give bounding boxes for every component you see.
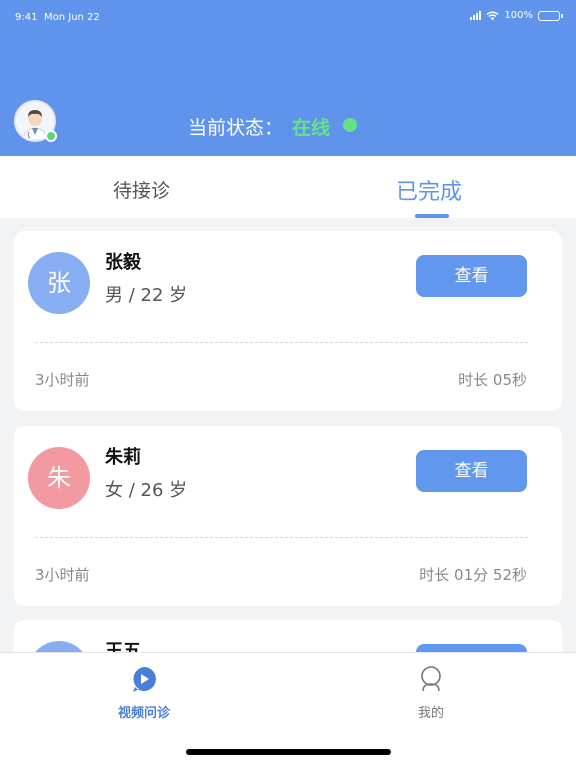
tab-completed[interactable]: 已完成 <box>396 174 462 206</box>
time-ago: 3小时前 <box>35 566 90 584</box>
tab-label: 我的 <box>417 706 444 721</box>
tab-pending[interactable]: 待接诊 <box>113 176 170 203</box>
divider <box>35 537 528 538</box>
status-bar: 9:41 Mon Jun 22 100% <box>0 0 576 36</box>
status-label: 当前状态： <box>188 117 284 139</box>
battery-icon <box>538 10 563 21</box>
wifi-icon <box>486 11 499 20</box>
view-button[interactable]: 查看 <box>416 255 527 297</box>
battery-percent: 100% <box>504 10 533 21</box>
video-play-icon <box>133 667 156 692</box>
user-icon <box>421 666 441 692</box>
patient-gender-age: 女 / 26 岁 <box>105 480 188 501</box>
patient-initial-avatar: 朱 <box>28 447 90 509</box>
tab-bar-top: 待接诊 已完成 <box>0 156 576 218</box>
active-tab-underline <box>415 214 449 218</box>
online-indicator <box>45 130 57 142</box>
consultation-card: 朱 朱莉 女 / 26 岁 查看 3小时前 时长 01分 52秒 <box>14 426 562 606</box>
call-duration: 时长 05秒 <box>458 371 527 389</box>
tab-label: 视频问诊 <box>117 706 170 721</box>
time-ago: 3小时前 <box>35 371 90 389</box>
status-time: 9:41 <box>15 12 38 23</box>
status-date: Mon Jun 22 <box>44 12 100 23</box>
status-dot <box>343 118 357 132</box>
signal-icon <box>470 11 482 20</box>
view-button[interactable]: 查看 <box>416 450 527 492</box>
patient-name: 张毅 <box>105 252 141 273</box>
status-indicators: 100% <box>470 10 563 21</box>
patient-name: 朱莉 <box>105 447 141 468</box>
status-value: 在线 <box>292 117 331 139</box>
home-indicator <box>186 749 391 755</box>
patient-gender-age: 男 / 22 岁 <box>105 285 188 306</box>
call-duration: 时长 01分 52秒 <box>419 566 527 584</box>
consultation-card: 张 张毅 男 / 22 岁 查看 3小时前 时长 05秒 <box>14 231 562 411</box>
patient-initial-avatar: 张 <box>28 252 90 314</box>
divider <box>35 342 528 343</box>
